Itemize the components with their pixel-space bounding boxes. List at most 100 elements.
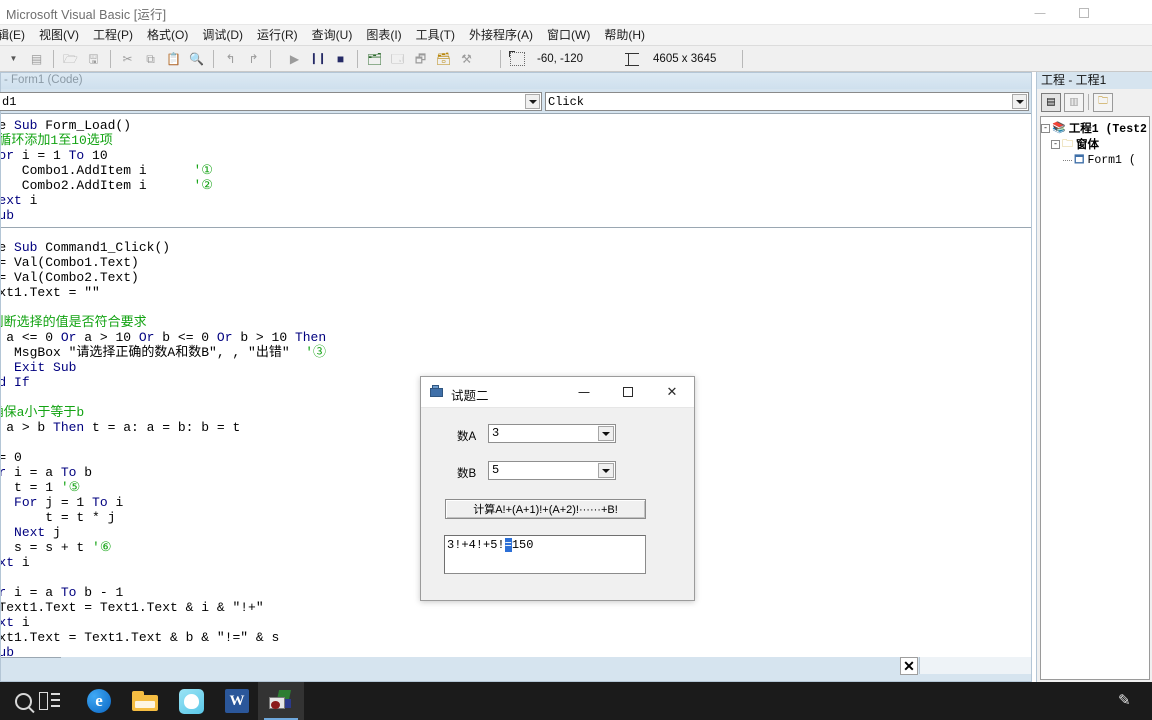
taskbar-file-explorer-button[interactable] — [122, 682, 168, 720]
menu-item-project[interactable]: 工程(P) — [86, 25, 140, 45]
result-textbox[interactable]: 3!+4!+5!=150 — [444, 535, 646, 574]
calculate-button[interactable]: 计算A!+(A+1)!+(A+2)!······+B! — [445, 499, 646, 519]
app-icon — [178, 688, 204, 714]
code-token: 10 — [84, 148, 108, 163]
code-keyword: Then — [294, 330, 327, 345]
copy-button[interactable]: ⧉ — [140, 49, 161, 69]
procedure-dropdown-arrow[interactable] — [1012, 94, 1027, 109]
form-maximize-button[interactable] — [606, 377, 650, 407]
code-window-close-button[interactable]: ✕ — [900, 657, 918, 675]
view-object-button[interactable]: ▥ — [1064, 92, 1084, 112]
project-explorer-button[interactable]: 🗂 — [364, 49, 385, 69]
form-close-button[interactable]: ✕ — [650, 377, 694, 407]
pen-tray-icon[interactable]: ✎ — [1118, 693, 1134, 709]
code-line: t = t * j — [1, 510, 326, 525]
object-browser-icon: 🗃 — [435, 51, 452, 66]
combo-number-a-arrow[interactable] — [598, 426, 614, 441]
vb-close-button[interactable] — [1108, 0, 1148, 25]
word-icon: W — [225, 689, 249, 713]
menu-item-help[interactable]: 帮助(H) — [597, 25, 652, 45]
undo-button[interactable]: ↰ — [220, 49, 241, 69]
open-folder-icon: 🗁 — [63, 51, 78, 66]
redo-button[interactable]: ↱ — [243, 49, 264, 69]
code-line: l Sub — [1, 208, 213, 223]
menu-item-debug[interactable]: 调试(D) — [195, 25, 250, 45]
end-button[interactable]: ■ — [330, 49, 351, 69]
code-line: Next i — [1, 193, 213, 208]
menu-item-query[interactable]: 查询(U) — [305, 25, 360, 45]
redo-arrow-icon: ↱ — [248, 51, 259, 66]
position-value: -60, -120 — [537, 52, 584, 65]
properties-window-button[interactable]: 🗔 — [387, 49, 408, 69]
find-button[interactable]: 🔍 — [186, 49, 207, 69]
open-project-button[interactable]: 🗁 — [60, 49, 81, 69]
menu-item-diagram[interactable]: 图表(I) — [359, 25, 408, 45]
combo-number-b-arrow[interactable] — [598, 463, 614, 478]
vb-maximize-button[interactable] — [1064, 0, 1104, 25]
view-code-button[interactable]: ▤ — [1041, 92, 1061, 112]
form-title-bar: 试题二 ✕ — [421, 377, 694, 408]
code-line: Next j — [1, 525, 326, 540]
code-line: End If — [1, 375, 326, 390]
code-keyword: Next — [1, 555, 15, 570]
toolbar-separator — [742, 49, 744, 68]
tree-node-project[interactable]: - 📚 工程1 (Test2 — [1041, 120, 1149, 136]
code-comment: '循环添加1至10选项 — [1, 133, 113, 148]
taskbar-word-button[interactable]: W — [214, 682, 260, 720]
toolbox-button[interactable]: ⚒ — [456, 49, 477, 69]
menu-item-addins[interactable]: 外接程序(A) — [462, 25, 540, 45]
object-browser-button[interactable]: 🗃 — [433, 49, 454, 69]
paste-button[interactable]: 📋 — [163, 49, 184, 69]
expander-icon[interactable]: - — [1041, 123, 1050, 133]
code-token: Command1_Click() — [37, 240, 171, 255]
code-comment: '② — [193, 178, 213, 193]
view-object-icon: ▥ — [1069, 96, 1079, 108]
taskbar-task-view-button[interactable] — [27, 682, 73, 720]
taskbar-visual-basic-button[interactable] — [258, 682, 304, 720]
vb-minimize-button[interactable] — [1020, 0, 1060, 25]
code-keyword: Exit Sub — [14, 360, 77, 375]
procedure-dropdown[interactable]: Click — [545, 92, 1029, 111]
object-dropdown[interactable]: d1 — [0, 92, 542, 111]
code-keyword: Or — [60, 330, 77, 345]
code-comment: '⑤ — [60, 480, 81, 495]
save-project-button[interactable]: 🖫 — [83, 49, 104, 69]
menu-item-format[interactable]: 格式(O) — [140, 25, 195, 45]
horizontal-scrollbar[interactable] — [919, 657, 1031, 674]
add-project-dropdown-button[interactable]: ▼ — [3, 49, 24, 69]
menu-item-view[interactable]: 视图(V) — [32, 25, 86, 45]
code-keyword: To — [68, 148, 85, 163]
tree-node-label: 工程1 (Test2 — [1068, 123, 1147, 136]
menu-item-edit[interactable]: 辑(E) — [0, 25, 32, 45]
expander-icon[interactable]: - — [1051, 139, 1060, 149]
view-mode-buttons[interactable] — [1, 657, 61, 673]
menu-item-run[interactable]: 运行(R) — [250, 25, 305, 45]
add-form-button[interactable]: ▤ — [26, 49, 47, 69]
tree-node-forms-folder[interactable]: - 🗀 窗体 — [1041, 136, 1149, 152]
minimize-icon — [1034, 13, 1046, 14]
code-keyword: To — [60, 465, 77, 480]
close-icon: ✕ — [666, 384, 678, 399]
start-button[interactable]: ▶ — [284, 49, 305, 69]
combo-number-b[interactable]: 5 — [488, 461, 616, 480]
cut-button[interactable]: ✂ — [117, 49, 138, 69]
project-tree[interactable]: - 📚 工程1 (Test2 - 🗀 窗体 🗖 Form1 ( — [1040, 116, 1150, 680]
procedure-separator — [1, 227, 1031, 228]
code-token: j — [45, 525, 61, 540]
tree-node-form1[interactable]: 🗖 Form1 ( — [1041, 152, 1149, 168]
taskbar-edge-button[interactable]: e — [76, 682, 122, 720]
object-dropdown-arrow[interactable] — [525, 94, 540, 109]
form-minimize-button[interactable] — [562, 377, 606, 407]
form-layout-button[interactable]: 🗗 — [410, 49, 431, 69]
break-button[interactable]: ❙❙ — [307, 49, 328, 69]
code-block-form-load: vate Sub Form_Load() '循环添加1至10选项 For i =… — [1, 118, 213, 223]
menu-item-tools[interactable]: 工具(T) — [409, 25, 462, 45]
taskbar-app-button[interactable] — [168, 682, 214, 720]
toggle-folders-button[interactable]: 🗀 — [1093, 92, 1113, 112]
code-window-caption: - Form1 (Code) — [1, 73, 1031, 89]
combo-number-a[interactable]: 3 — [488, 424, 616, 443]
code-line: s = s + t '⑥ — [1, 540, 326, 555]
menu-item-window[interactable]: 窗口(W) — [540, 25, 597, 45]
